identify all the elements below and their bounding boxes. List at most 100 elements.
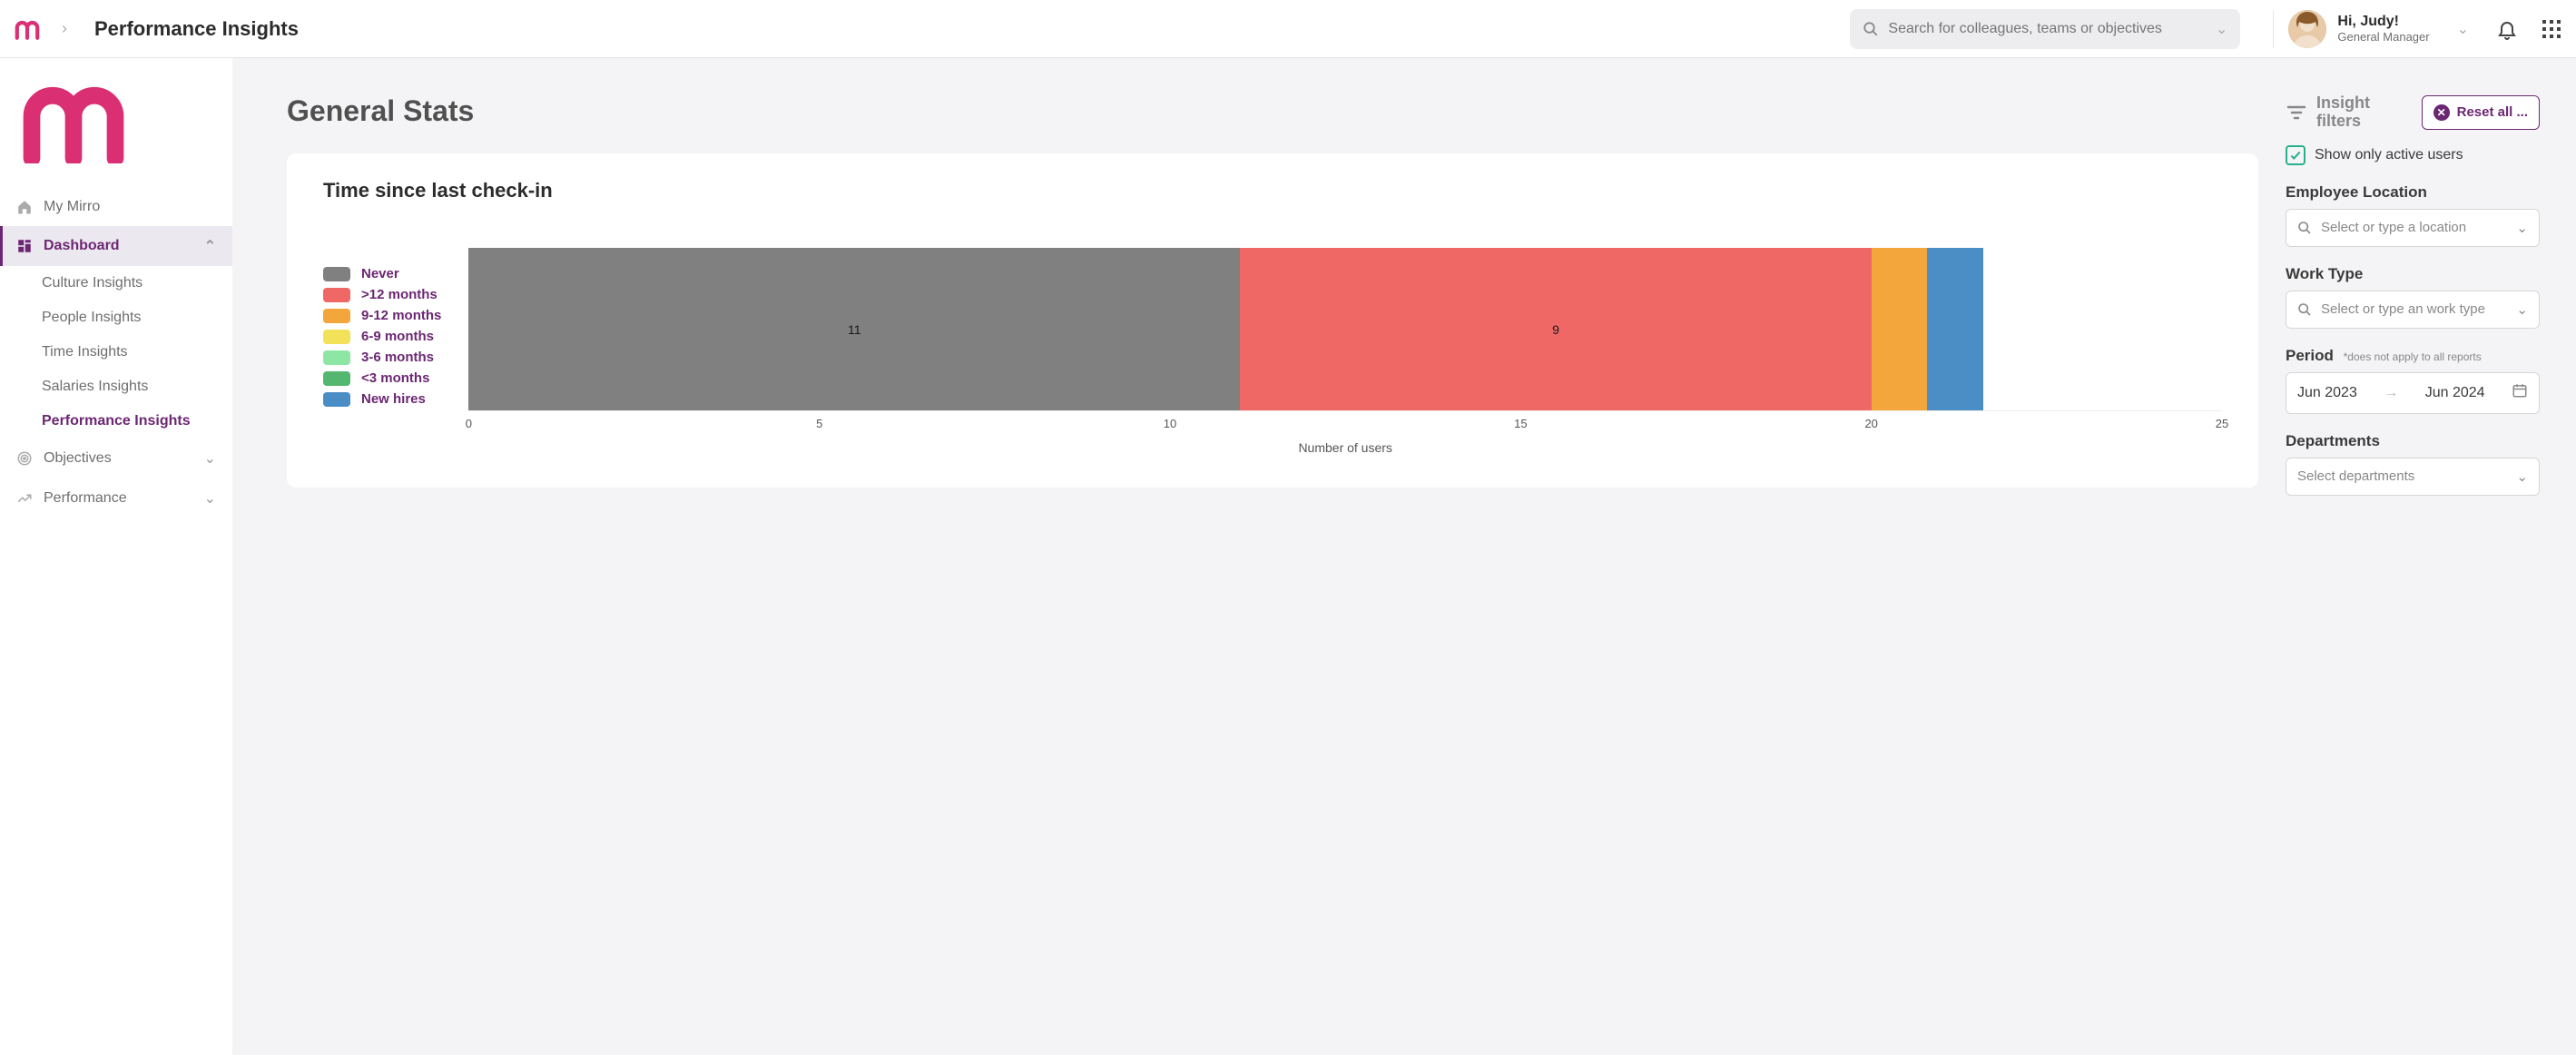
sidebar-item-my-mirro[interactable]: My Mirro (0, 188, 232, 226)
legend-item[interactable]: 6-9 months (323, 329, 441, 344)
sidebar-item-label: Performance (44, 490, 127, 507)
checkbox-checked-icon (2286, 145, 2306, 165)
period-range[interactable]: Jun 2023 → Jun 2024 (2286, 372, 2540, 414)
filters-panel: Insight filters ✕ Reset all ... Show onl… (2286, 94, 2540, 1019)
location-select[interactable]: Select or type a location ⌄ (2286, 209, 2540, 247)
search-icon (2297, 302, 2312, 317)
period-note: *does not apply to all reports (2344, 350, 2482, 363)
chart-axis-label: Number of users (468, 440, 2222, 455)
worktype-label: Work Type (2286, 265, 2540, 283)
legend-item[interactable]: Never (323, 266, 441, 281)
chevron-right-icon: › (62, 19, 67, 38)
breadcrumb-page-title: Performance Insights (94, 17, 299, 41)
sidebar: My Mirro Dashboard ⌃ Culture Insights Pe… (0, 58, 232, 1055)
arrow-right-icon: → (2384, 385, 2398, 401)
legend-item[interactable]: New hires (323, 391, 441, 407)
trend-icon (16, 490, 33, 507)
axis-tick: 20 (1864, 417, 1877, 430)
legend-swatch (323, 330, 350, 344)
location-label: Employee Location (2286, 183, 2540, 202)
calendar-icon[interactable] (2512, 382, 2528, 403)
sidebar-item-label: My Mirro (44, 199, 100, 215)
legend-swatch (323, 350, 350, 365)
apps-grid-icon[interactable] (2542, 19, 2561, 39)
search-icon (2297, 221, 2312, 235)
brand-logo[interactable] (0, 58, 232, 188)
filters-title: Insight filters (2316, 94, 2380, 131)
chevron-down-icon[interactable]: ⌄ (2457, 20, 2469, 38)
reset-filters-label: Reset all ... (2457, 104, 2528, 120)
sidebar-item-label: Objectives (44, 450, 112, 467)
legend-item[interactable]: 9-12 months (323, 308, 441, 323)
legend-swatch (323, 371, 350, 386)
legend-label: 9-12 months (361, 308, 441, 323)
chart-x-axis: 0510152025 (468, 411, 2222, 435)
legend-label: New hires (361, 391, 426, 407)
sidebar-subitem-performance[interactable]: Performance Insights (0, 404, 232, 439)
brand-logo-small[interactable] (15, 18, 40, 40)
reset-filters-button[interactable]: ✕ Reset all ... (2422, 95, 2540, 130)
page-title: General Stats (287, 94, 2258, 128)
bar-segment[interactable]: 11 (468, 248, 1240, 410)
notifications-icon[interactable] (2496, 18, 2518, 40)
home-icon (16, 199, 33, 215)
period-label: Period *does not apply to all reports (2286, 347, 2540, 365)
period-from: Jun 2023 (2297, 385, 2357, 401)
target-icon (16, 450, 33, 467)
search-box[interactable]: ⌄ (1850, 9, 2240, 49)
legend-item[interactable]: <3 months (323, 370, 441, 386)
legend-item[interactable]: 3-6 months (323, 350, 441, 365)
bar-segment[interactable]: 9 (1240, 248, 1871, 410)
card-title: Time since last check-in (323, 179, 2222, 202)
user-menu[interactable]: Hi, Judy! General Manager ⌄ (2273, 10, 2469, 48)
avatar (2288, 10, 2326, 48)
chevron-down-icon[interactable]: ⌄ (2216, 20, 2227, 38)
chevron-down-icon[interactable]: ⌄ (204, 449, 216, 468)
legend-label: 6-9 months (361, 329, 434, 344)
departments-label: Departments (2286, 432, 2540, 450)
chevron-up-icon[interactable]: ⌃ (204, 237, 216, 255)
user-role: General Manager (2337, 30, 2429, 44)
worktype-select[interactable]: Select or type an work type ⌄ (2286, 291, 2540, 329)
chevron-down-icon[interactable]: ⌄ (2516, 220, 2528, 236)
chevron-down-icon[interactable]: ⌄ (2516, 301, 2528, 318)
chevron-down-icon[interactable]: ⌄ (2516, 468, 2528, 485)
show-active-label: Show only active users (2315, 147, 2463, 163)
close-icon: ✕ (2433, 104, 2450, 121)
departments-select[interactable]: Select departments ⌄ (2286, 458, 2540, 496)
sidebar-item-objectives[interactable]: Objectives ⌄ (0, 439, 232, 478)
axis-tick: 0 (466, 417, 472, 430)
sidebar-item-performance[interactable]: Performance ⌄ (0, 478, 232, 518)
show-active-toggle[interactable]: Show only active users (2286, 145, 2540, 165)
chart-bar: 119 (468, 248, 2222, 411)
checkin-card: Time since last check-in Never >12 months… (287, 153, 2258, 488)
axis-tick: 25 (2216, 417, 2228, 430)
departments-placeholder: Select departments (2297, 468, 2414, 484)
sidebar-subitem-people[interactable]: People Insights (0, 301, 232, 335)
legend-label: <3 months (361, 370, 429, 386)
sidebar-subitem-salaries[interactable]: Salaries Insights (0, 370, 232, 404)
sidebar-subitem-culture[interactable]: Culture Insights (0, 266, 232, 301)
search-icon (1863, 21, 1879, 37)
axis-tick: 5 (816, 417, 822, 430)
legend-item[interactable]: >12 months (323, 287, 441, 302)
legend-swatch (323, 309, 350, 323)
chart-plot: 119 0510152025 Number of users (468, 248, 2222, 455)
location-placeholder: Select or type a location (2321, 220, 2466, 235)
sidebar-item-label: Dashboard (44, 238, 120, 254)
legend-label: 3-6 months (361, 350, 434, 365)
search-input[interactable] (1886, 20, 2216, 38)
bar-segment[interactable] (1872, 248, 1928, 410)
legend-swatch (323, 288, 350, 302)
legend-label: Never (361, 266, 399, 281)
chart-legend: Never >12 months 9-12 months 6-9 months 3-6 … (323, 248, 441, 455)
legend-swatch (323, 267, 350, 281)
chevron-down-icon[interactable]: ⌄ (204, 489, 216, 508)
filter-icon (2286, 102, 2307, 123)
sidebar-item-dashboard[interactable]: Dashboard ⌃ (0, 226, 232, 266)
bar-segment[interactable] (1927, 248, 1983, 410)
dashboard-icon (16, 238, 33, 254)
axis-tick: 10 (1164, 417, 1176, 430)
sidebar-subitem-time[interactable]: Time Insights (0, 335, 232, 370)
legend-label: >12 months (361, 287, 438, 302)
